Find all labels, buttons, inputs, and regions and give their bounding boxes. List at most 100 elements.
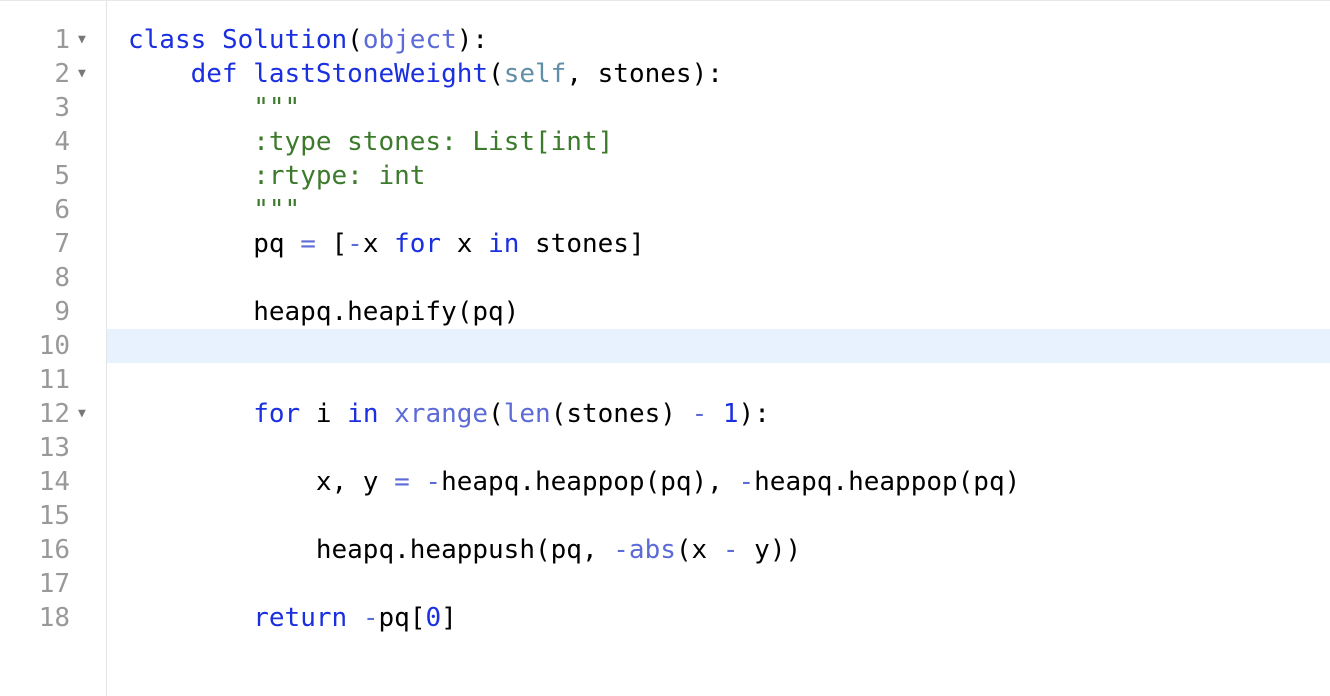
code-token: =: [300, 229, 316, 259]
line-number: 12: [38, 399, 70, 429]
line-number: 3: [54, 93, 70, 123]
code-token: i: [300, 399, 348, 429]
code-token: -: [738, 467, 755, 497]
code-token: x: [362, 229, 395, 259]
code-area[interactable]: class Solution(object): def lastStoneWei…: [107, 1, 1330, 696]
gutter-row: 3: [0, 91, 106, 125]
gutter-row: 17: [0, 567, 106, 601]
code-line[interactable]: :rtype: int: [107, 159, 1330, 193]
line-number-gutter: 1 ▼ 2 ▼ 3 4 5 6 7 8 9 10 11 12 ▼ 13 14 15 16 17 18: [0, 1, 107, 696]
line-number: 10: [38, 331, 70, 361]
code-token: xrange: [394, 399, 489, 429]
line-number: 13: [38, 433, 70, 463]
code-line[interactable]: return -pq[0]: [107, 601, 1330, 635]
code-token: (: [347, 25, 363, 55]
code-token: (x: [675, 535, 723, 565]
code-token: , stones):: [566, 59, 723, 89]
code-line[interactable]: [107, 431, 1330, 465]
code-line[interactable]: [107, 499, 1330, 533]
code-editor[interactable]: 1 ▼ 2 ▼ 3 4 5 6 7 8 9 10 11 12 ▼ 13 14 15 16 17 18 class Sol…: [0, 0, 1330, 696]
code-token: self: [503, 59, 567, 89]
code-token: object: [362, 25, 457, 55]
code-line[interactable]: """: [107, 193, 1330, 227]
code-token: ]: [441, 603, 457, 633]
line-number: 9: [54, 297, 70, 327]
code-line[interactable]: heapq.heappush(pq, -abs(x - y)): [107, 533, 1330, 567]
line-number: 14: [38, 467, 70, 497]
line-number: 16: [38, 535, 70, 565]
code-line[interactable]: [107, 567, 1330, 601]
line-number: 8: [54, 263, 70, 293]
code-token: for: [394, 229, 442, 259]
code-token: abs: [628, 535, 676, 565]
code-line[interactable]: [107, 261, 1330, 295]
code-token: stones]: [519, 229, 645, 259]
code-token: (: [488, 59, 504, 89]
code-line[interactable]: pq = [-x for x in stones]: [107, 227, 1330, 261]
code-line[interactable]: x, y = -heapq.heappop(pq), -heapq.heappo…: [107, 465, 1330, 499]
gutter-row: 9: [0, 295, 106, 329]
gutter-row: 1 ▼: [0, 23, 106, 57]
gutter-row: 4: [0, 125, 106, 159]
code-token: in: [488, 229, 520, 259]
gutter-row: 13: [0, 431, 106, 465]
code-token: """: [253, 93, 301, 123]
code-line-active[interactable]: [107, 329, 1330, 363]
code-token: heapq.heappush(pq,: [128, 535, 614, 565]
code-token: for: [253, 399, 301, 429]
code-line[interactable]: [107, 363, 1330, 397]
code-token: :rtype: int: [253, 161, 426, 191]
line-number: 2: [54, 59, 70, 89]
gutter-row: 12 ▼: [0, 397, 106, 431]
line-number: 5: [54, 161, 70, 191]
gutter-row: 11: [0, 363, 106, 397]
code-token: -: [347, 229, 363, 259]
code-token: (stones): [550, 399, 692, 429]
code-line[interactable]: class Solution(object):: [107, 23, 1330, 57]
code-token: """: [253, 195, 301, 225]
line-number: 6: [54, 195, 70, 225]
code-token: -: [722, 535, 739, 565]
code-line[interactable]: heapq.heapify(pq): [107, 295, 1330, 329]
code-token: heapq.heapify(pq): [128, 297, 520, 327]
code-token: len: [503, 399, 551, 429]
code-token: ):: [738, 399, 770, 429]
gutter-row: 8: [0, 261, 106, 295]
code-token: pq[: [378, 603, 426, 633]
chevron-down-icon[interactable]: ▼: [78, 397, 86, 431]
code-token: 1: [722, 399, 739, 429]
code-token: :type stones: List[int]: [253, 127, 614, 157]
line-number: 18: [38, 603, 70, 633]
gutter-row: 2 ▼: [0, 57, 106, 91]
code-token: ):: [456, 25, 489, 55]
code-token: lastStoneWeight: [253, 59, 489, 89]
code-line[interactable]: for i in xrange(len(stones) - 1):: [107, 397, 1330, 431]
chevron-down-icon[interactable]: ▼: [78, 23, 86, 57]
code-token: (: [488, 399, 504, 429]
line-number: 15: [38, 501, 70, 531]
code-token: return: [253, 603, 348, 633]
gutter-row: 18: [0, 601, 106, 635]
line-number: 7: [54, 229, 70, 259]
code-token: 0: [425, 603, 442, 633]
code-token: in: [347, 399, 379, 429]
gutter-row: 7: [0, 227, 106, 261]
gutter-row: 15: [0, 499, 106, 533]
code-token: x, y: [128, 467, 395, 497]
gutter-row: 14: [0, 465, 106, 499]
code-token: def: [190, 59, 238, 89]
chevron-down-icon[interactable]: ▼: [78, 57, 86, 91]
code-token: =: [394, 467, 410, 497]
gutter-row: 5: [0, 159, 106, 193]
code-line[interactable]: :type stones: List[int]: [107, 125, 1330, 159]
code-line[interactable]: """: [107, 91, 1330, 125]
code-line[interactable]: def lastStoneWeight(self, stones):: [107, 57, 1330, 91]
gutter-row: 16: [0, 533, 106, 567]
